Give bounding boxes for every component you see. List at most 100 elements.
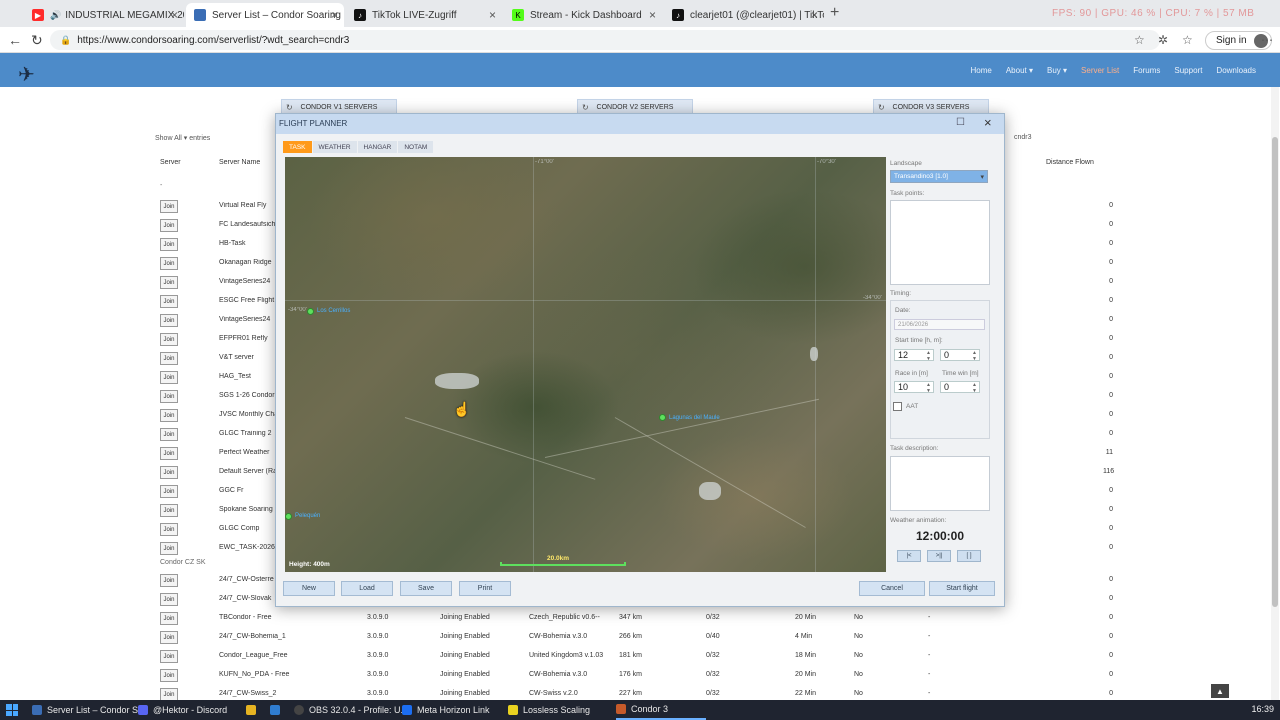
- taskbar-item-telegram[interactable]: [270, 700, 285, 720]
- join-button[interactable]: Join: [160, 238, 178, 251]
- taskbar-item-discord[interactable]: @Hektor - Discord: [138, 700, 227, 720]
- close-tab-icon[interactable]: ×: [489, 8, 496, 22]
- print-button[interactable]: Print: [459, 581, 511, 596]
- join-button[interactable]: Join: [160, 257, 178, 270]
- anim-rewind-button[interactable]: |<: [897, 550, 921, 562]
- waypoint-marker[interactable]: [285, 513, 292, 520]
- nav-forums[interactable]: Forums: [1133, 66, 1160, 75]
- spinner-arrows-icon[interactable]: ▲ ▼: [972, 350, 977, 362]
- new-tab-button[interactable]: +: [830, 4, 839, 22]
- aat-checkbox[interactable]: [893, 402, 902, 411]
- more-menu-icon[interactable]: ⋯: [1261, 33, 1273, 47]
- load-button[interactable]: Load: [341, 581, 393, 596]
- anim-play-pause-button[interactable]: >||: [927, 550, 951, 562]
- nav-support[interactable]: Support: [1174, 66, 1202, 75]
- join-button[interactable]: Join: [160, 466, 178, 479]
- join-button[interactable]: Join: [160, 390, 178, 403]
- join-button[interactable]: Join: [160, 447, 178, 460]
- taskbar-item-condor[interactable]: Condor 3: [616, 700, 706, 720]
- close-tab-icon[interactable]: ×: [331, 8, 338, 22]
- join-button[interactable]: Join: [160, 352, 178, 365]
- taskbar-item-meta-link[interactable]: Meta Horizon Link: [402, 700, 490, 720]
- spinner-arrows-icon[interactable]: ▲ ▼: [926, 350, 931, 362]
- nav-about[interactable]: About ▾: [1006, 66, 1033, 75]
- cancel-button[interactable]: Cancel: [859, 581, 925, 596]
- col-server[interactable]: Server: [160, 159, 181, 166]
- anim-stop-button[interactable]: [ ]: [957, 550, 981, 562]
- date-field[interactable]: 21/06/2026: [894, 319, 985, 330]
- start-minute-stepper[interactable]: 0 ▲ ▼: [940, 349, 980, 362]
- join-button[interactable]: Join: [160, 428, 178, 441]
- dialog-titlebar[interactable]: FLIGHT PLANNER ☐ ×: [276, 114, 1004, 134]
- taskbar-item-explorer[interactable]: [246, 700, 261, 720]
- col-distance-flown[interactable]: Distance Flown: [1046, 159, 1094, 166]
- waypoint-marker[interactable]: [659, 414, 666, 421]
- bookmark-star-icon[interactable]: ☆: [1134, 33, 1145, 47]
- join-button[interactable]: Join: [160, 574, 178, 587]
- join-button[interactable]: Join: [160, 631, 178, 644]
- join-button[interactable]: Join: [160, 523, 178, 536]
- join-button[interactable]: Join: [160, 485, 178, 498]
- join-button[interactable]: Join: [160, 219, 178, 232]
- tab-hangar[interactable]: HANGAR: [357, 141, 398, 153]
- join-button[interactable]: Join: [160, 593, 178, 606]
- tab-weather[interactable]: WEATHER: [312, 141, 357, 153]
- taskbar-item-lossless-scaling[interactable]: Lossless Scaling: [508, 700, 590, 720]
- task-points-list[interactable]: [890, 200, 990, 285]
- join-button[interactable]: Join: [160, 314, 178, 327]
- favorites-icon[interactable]: ☆: [1182, 33, 1193, 47]
- nav-home[interactable]: Home: [970, 66, 991, 75]
- close-tab-icon[interactable]: ×: [649, 8, 656, 22]
- reload-icon[interactable]: ↻: [31, 32, 43, 49]
- spinner-arrows-icon[interactable]: ▲ ▼: [972, 382, 977, 394]
- join-button[interactable]: Join: [160, 276, 178, 289]
- join-button[interactable]: Join: [160, 612, 178, 625]
- nav-buy[interactable]: Buy ▾: [1047, 66, 1067, 75]
- join-button[interactable]: Join: [160, 371, 178, 384]
- col-server-name[interactable]: Server Name: [219, 159, 260, 166]
- join-button[interactable]: Join: [160, 200, 178, 213]
- browser-tab-kick[interactable]: K Stream - Kick Dashboard ×: [504, 3, 662, 27]
- scroll-to-top-button[interactable]: ▲: [1211, 684, 1229, 698]
- url-field[interactable]: 🔒 https://www.condorsoaring.com/serverli…: [50, 30, 1160, 50]
- taskbar-item-obs[interactable]: OBS 32.0.4 - Profile: U...: [294, 700, 408, 720]
- taskbar-item-browser[interactable]: Server List – Condor S...: [32, 700, 146, 720]
- start-hour-stepper[interactable]: 12 ▲ ▼: [894, 349, 934, 362]
- scrollbar-thumb[interactable]: [1272, 137, 1278, 607]
- page-scrollbar[interactable]: [1271, 87, 1279, 700]
- browser-tab-tiktok-profile[interactable]: ♪ clearjet01 (@clearjet01) | TikTok ×: [664, 3, 824, 27]
- browser-tab-youtube[interactable]: ▶ 🔊 INDUSTRIAL MEGAMIX 2012 ×: [24, 3, 184, 27]
- task-map[interactable]: -71°00' -70°30' -34°00' -34°00' Los Cerr…: [285, 157, 886, 572]
- browser-tab-tiktok-live[interactable]: ♪ TikTok LIVE-Zugriff ×: [346, 3, 502, 27]
- show-entries-select[interactable]: Show All ▾ entries: [155, 134, 210, 142]
- windows-start-icon[interactable]: [6, 704, 18, 716]
- table-search-value[interactable]: cndr3: [1014, 134, 1032, 141]
- back-icon[interactable]: ←: [8, 32, 22, 48]
- join-button[interactable]: Join: [160, 669, 178, 682]
- join-button[interactable]: Join: [160, 542, 178, 555]
- join-button[interactable]: Join: [160, 295, 178, 308]
- task-description-field[interactable]: [890, 456, 990, 511]
- tab-notam[interactable]: NOTAM: [398, 141, 434, 153]
- tab-task[interactable]: TASK: [283, 141, 312, 153]
- nav-server-list[interactable]: Server List: [1081, 66, 1119, 75]
- race-in-stepper[interactable]: 10 ▲ ▼: [894, 381, 934, 394]
- close-icon[interactable]: ×: [984, 115, 992, 130]
- close-tab-icon[interactable]: ×: [171, 8, 178, 22]
- maximize-icon[interactable]: ☐: [956, 117, 965, 128]
- nav-downloads[interactable]: Downloads: [1216, 66, 1256, 75]
- start-flight-button[interactable]: Start flight: [929, 581, 995, 596]
- join-button[interactable]: Join: [160, 650, 178, 663]
- condor-logo-icon[interactable]: ✈: [18, 62, 35, 87]
- extensions-icon[interactable]: ✲: [1158, 33, 1168, 47]
- join-button[interactable]: Join: [160, 333, 178, 346]
- close-tab-icon[interactable]: ×: [811, 8, 818, 22]
- spinner-arrows-icon[interactable]: ▲ ▼: [926, 382, 931, 394]
- join-button[interactable]: Join: [160, 409, 178, 422]
- landscape-select[interactable]: Transandino3 [1.0] ▾: [890, 170, 988, 183]
- join-button[interactable]: Join: [160, 504, 178, 517]
- time-win-stepper[interactable]: 0 ▲ ▼: [940, 381, 980, 394]
- browser-tab-server-list[interactable]: Server List – Condor Soaring ×: [186, 3, 344, 27]
- new-button[interactable]: New: [283, 581, 335, 596]
- save-button[interactable]: Save: [400, 581, 452, 596]
